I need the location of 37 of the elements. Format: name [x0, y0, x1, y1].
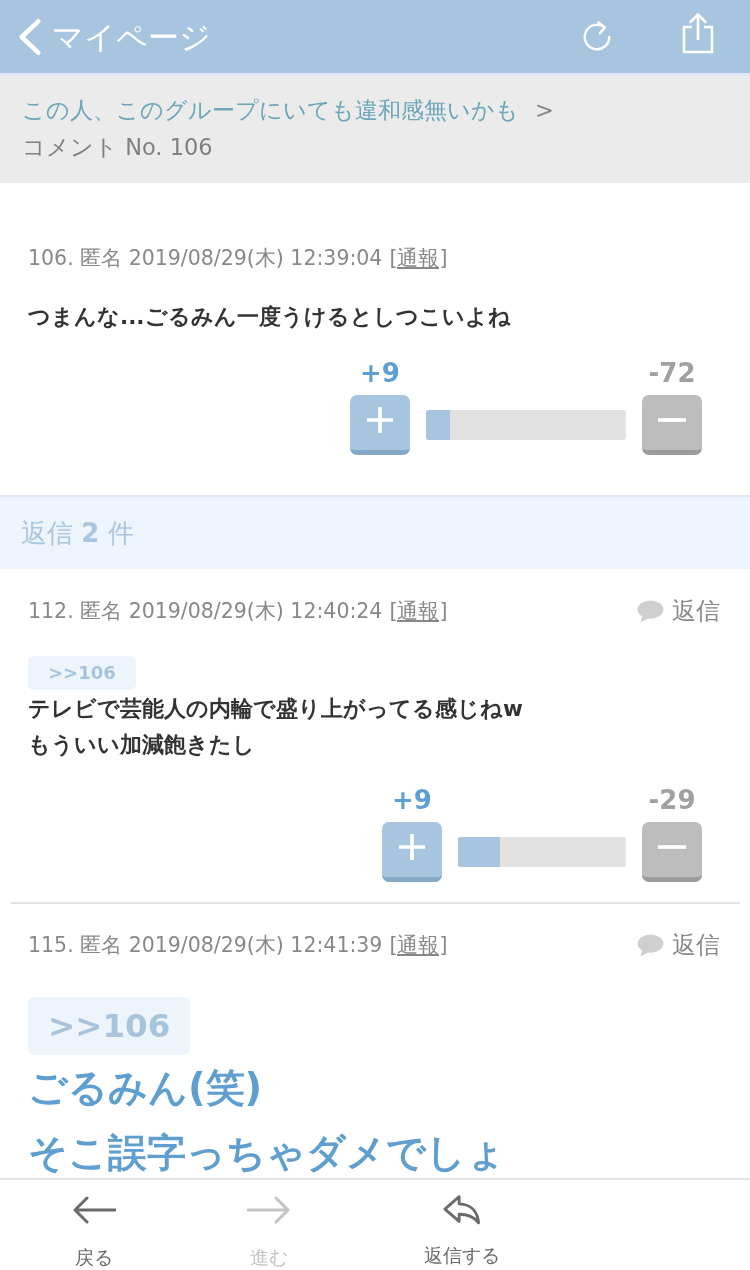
- back-button[interactable]: マイページ: [18, 13, 211, 60]
- back-button[interactable]: 戻る: [0, 1180, 187, 1270]
- chevron-left-icon: [18, 17, 42, 56]
- minus-icon: [658, 418, 686, 422]
- speech-bubble-icon: [637, 933, 664, 957]
- left-arrow-icon: [71, 1196, 116, 1224]
- breadcrumb-current: コメント No. 106: [22, 133, 213, 162]
- right-arrow-icon: [246, 1196, 291, 1224]
- comment-meta: 115. 匿名 2019/08/29(木) 12:41:39: [28, 932, 383, 959]
- breadcrumb-separator: >: [535, 96, 554, 125]
- upvote-count: +9: [392, 784, 432, 816]
- comment-text: つまんな...ごるみん一度うけるとしつこいよね: [28, 303, 512, 331]
- upvote-count: +9: [360, 357, 400, 389]
- replies-count-heading: 返信 2 件: [0, 495, 750, 569]
- upvote-button[interactable]: [350, 395, 410, 455]
- reply-button[interactable]: 返信: [637, 595, 720, 627]
- reply-button[interactable]: 返信: [637, 929, 720, 961]
- downvote-button[interactable]: [642, 822, 702, 882]
- plus-icon: [366, 406, 394, 434]
- downvote-button[interactable]: [642, 395, 702, 455]
- downvote-count: -72: [648, 357, 696, 389]
- upvote-button[interactable]: [382, 822, 442, 882]
- downvote-count: -29: [648, 784, 696, 816]
- plus-icon: [398, 833, 426, 861]
- comment-text: テレビで芸能人の内輪で盛り上がってる感じねw もういい加減飽きたし: [28, 695, 524, 759]
- comment-meta: 106. 匿名 2019/08/29(木) 12:39:04: [28, 245, 383, 272]
- reply-arrow-icon: [443, 1194, 481, 1226]
- comment-meta: 112. 匿名 2019/08/29(木) 12:40:24: [28, 598, 383, 625]
- report-link[interactable]: [通報]: [389, 597, 448, 625]
- minus-icon: [658, 845, 686, 849]
- share-icon[interactable]: [680, 11, 716, 54]
- report-link[interactable]: [通報]: [389, 931, 448, 959]
- comment-text: ごるみん(笑) そこ誤字っちゃダメでしょ: [28, 1064, 507, 1177]
- breadcrumb-link[interactable]: この人、このグループにいても違和感無いかも: [22, 92, 519, 129]
- reply-button[interactable]: 返信する: [350, 1180, 574, 1270]
- report-link[interactable]: [通報]: [389, 244, 448, 272]
- speech-bubble-icon: [637, 599, 664, 623]
